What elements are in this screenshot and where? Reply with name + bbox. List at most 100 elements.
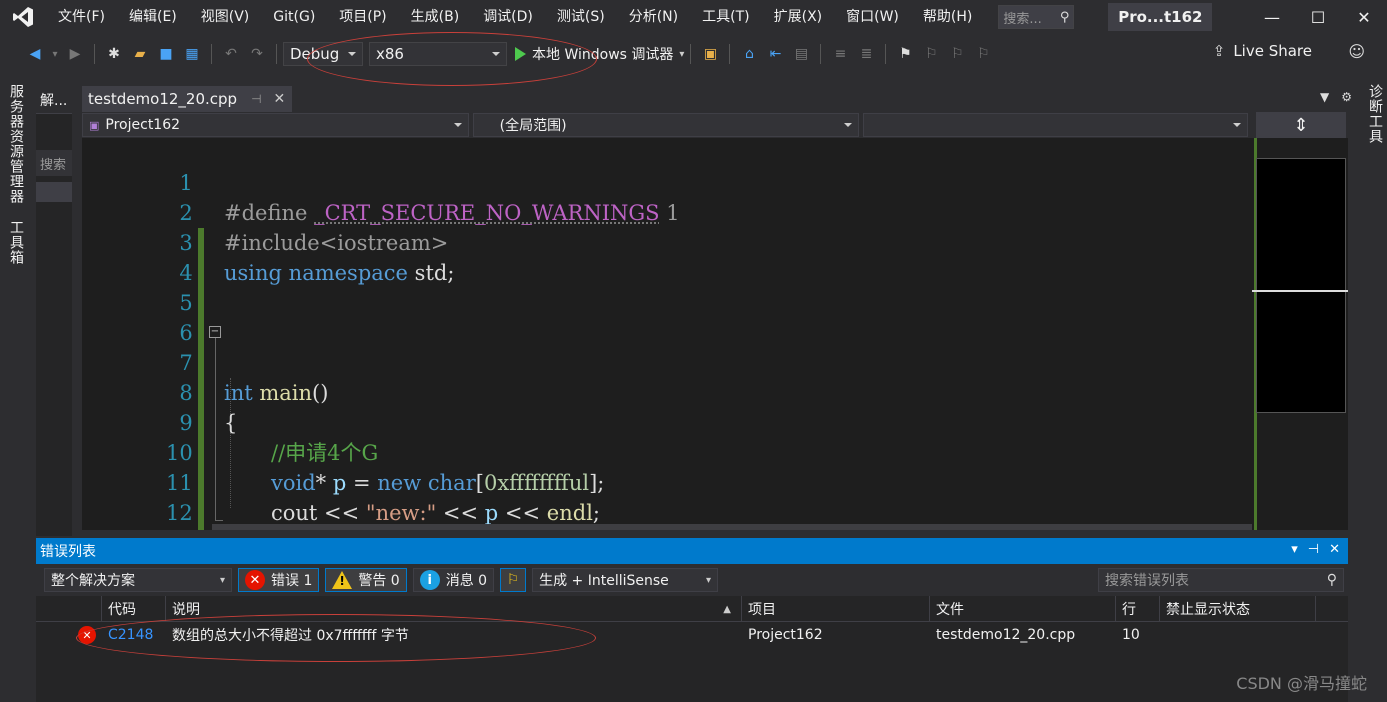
solution-explorer-panel: 解... 搜索: [36, 86, 72, 536]
row-code-link[interactable]: C2148: [102, 622, 166, 648]
column-severity[interactable]: [36, 596, 102, 622]
code-line: 5: [82, 258, 1252, 315]
server-explorer-tab[interactable]: 服务器资源管理器: [6, 84, 26, 204]
menu-extensions[interactable]: 扩展(X): [762, 0, 835, 34]
column-code[interactable]: 代码: [102, 596, 166, 622]
column-project[interactable]: 项目: [742, 596, 930, 622]
errors-filter-button[interactable]: ✕ 错误 1: [238, 568, 320, 592]
chevron-down-icon[interactable]: ▾: [679, 49, 684, 60]
menu-test[interactable]: 测试(S): [545, 0, 617, 34]
forward-icon[interactable]: ▶: [64, 43, 86, 65]
scope-filter-select[interactable]: 整个解决方案 ▾: [44, 568, 232, 592]
settings-gear-icon[interactable]: ⚙: [1341, 90, 1352, 104]
bookmark-icon[interactable]: ⚑: [894, 43, 916, 65]
menu-git[interactable]: Git(G): [261, 0, 327, 34]
warnings-filter-button[interactable]: ! 警告 0: [325, 568, 407, 592]
pin-icon[interactable]: ⊣: [1308, 542, 1319, 557]
configuration-select[interactable]: Debug: [283, 42, 363, 66]
step-icon[interactable]: ⇤: [764, 43, 786, 65]
chevron-down-icon: [453, 123, 462, 127]
solution-search-input[interactable]: 搜索: [36, 150, 72, 176]
browser-link-icon[interactable]: ⌂: [738, 43, 760, 65]
minimap-scrollbar[interactable]: [1252, 138, 1348, 530]
menu-project[interactable]: 项目(P): [327, 0, 398, 34]
project-select[interactable]: ▣ Project162: [82, 113, 469, 137]
row-file: testdemo12_20.cpp: [936, 627, 1076, 643]
platform-select[interactable]: x86: [369, 42, 507, 66]
menu-window[interactable]: 窗口(W): [834, 0, 911, 34]
error-search-input[interactable]: 搜索错误列表 ⚲: [1098, 568, 1344, 592]
uncomment-icon[interactable]: ≣: [855, 43, 877, 65]
live-share-button[interactable]: ⇪ Live Share: [1213, 42, 1312, 60]
minimap-viewport[interactable]: [1256, 158, 1346, 413]
member-select[interactable]: [863, 113, 1248, 137]
configuration-value: Debug: [290, 45, 340, 63]
undo-icon[interactable]: ↶: [220, 43, 242, 65]
build-source-select[interactable]: 生成 + IntelliSense ▾: [532, 568, 719, 592]
column-file-label: 文件: [936, 602, 964, 618]
folder-search-icon[interactable]: ▣: [699, 43, 721, 65]
search-icon[interactable]: ⚲: [1327, 572, 1337, 588]
close-icon[interactable]: ✕: [1329, 542, 1340, 557]
menu-edit[interactable]: 编辑(E): [117, 0, 189, 34]
save-all-icon[interactable]: ▦: [181, 43, 203, 65]
visual-studio-logo-icon[interactable]: [0, 0, 46, 34]
hot-reload-icon[interactable]: ▤: [790, 43, 812, 65]
new-item-icon[interactable]: ✱: [103, 43, 125, 65]
menu-debug[interactable]: 调试(D): [471, 0, 545, 34]
menu-help[interactable]: 帮助(H): [911, 0, 984, 34]
column-suppression-label: 禁止显示状态: [1166, 602, 1250, 618]
filter-icon[interactable]: ⚐: [500, 568, 527, 592]
open-folder-icon[interactable]: ▰: [129, 43, 151, 65]
messages-filter-button[interactable]: i 消息 0: [412, 568, 495, 592]
diagnostics-tools-tab[interactable]: 诊断工具: [1365, 84, 1385, 144]
error-icon: ✕: [245, 570, 265, 590]
column-suppression[interactable]: 禁止显示状态: [1160, 596, 1316, 622]
scope-select[interactable]: (全局范围): [472, 113, 860, 137]
search-input[interactable]: 搜索... ⚲: [998, 5, 1075, 29]
toolbar-separator: [211, 44, 212, 64]
code-editor[interactable]: − 1 #define _CRT_SECURE_NO_WARNINGS 1 2 …: [82, 138, 1252, 530]
toolbox-tab[interactable]: 工具箱: [6, 220, 26, 265]
column-description[interactable]: 说明 ▲: [166, 596, 742, 622]
comment-icon[interactable]: ≡: [829, 43, 851, 65]
table-row[interactable]: ✕ C2148 数组的总大小不得超过 0x7fffffff 字节 Project…: [36, 622, 1348, 648]
back-dropdown-icon[interactable]: ▾: [50, 43, 60, 65]
menu-build[interactable]: 生成(B): [399, 0, 472, 34]
save-icon[interactable]: ■: [155, 43, 177, 65]
panel-menu-icon[interactable]: ▾: [1291, 542, 1298, 557]
panel-controls: ▾ ⊣ ✕: [1291, 542, 1340, 557]
next-bookmark-icon[interactable]: ⚐: [946, 43, 968, 65]
redo-icon[interactable]: ↷: [246, 43, 268, 65]
menu-analyze[interactable]: 分析(N): [617, 0, 690, 34]
tab-list-icon[interactable]: ▼: [1320, 90, 1329, 104]
row-line: 10: [1122, 627, 1140, 643]
feedback-icon[interactable]: ☺: [1348, 42, 1365, 61]
menu-file[interactable]: 文件(F): [46, 0, 117, 34]
minimap-caret-marker: [1252, 290, 1348, 292]
clear-bookmarks-icon[interactable]: ⚐: [972, 43, 994, 65]
column-file[interactable]: 文件: [930, 596, 1116, 622]
prev-bookmark-icon[interactable]: ⚐: [920, 43, 942, 65]
error-icon: ✕: [78, 626, 96, 644]
menu-view[interactable]: 视图(V): [189, 0, 262, 34]
solution-tree-item[interactable]: [36, 182, 72, 202]
tab-strip-controls: ▼ ⚙: [1320, 90, 1352, 104]
horizontal-scrollbar[interactable]: [212, 524, 1252, 530]
maximize-icon[interactable]: ☐: [1295, 0, 1341, 34]
code-line: 10 void* p = new char[0xfffffffful];: [82, 408, 1252, 495]
split-editor-icon[interactable]: ⇕: [1256, 112, 1346, 138]
menu-tools[interactable]: 工具(T): [690, 0, 761, 34]
solution-explorer-tab[interactable]: 解...: [36, 86, 72, 114]
start-debugging-button[interactable]: 本地 Windows 调试器 ▾: [515, 44, 684, 64]
scope-filter-value: 整个解决方案: [51, 573, 135, 589]
close-icon[interactable]: ✕: [1341, 0, 1387, 34]
close-tab-icon[interactable]: ✕: [274, 91, 286, 107]
column-line[interactable]: 行: [1116, 596, 1160, 622]
code-line: 3 using namespace std;: [82, 198, 1252, 285]
tab-testdemo[interactable]: testdemo12_20.cpp ⊣ ✕: [82, 86, 292, 112]
back-icon[interactable]: ◀: [24, 43, 46, 65]
minimize-icon[interactable]: —: [1249, 0, 1295, 34]
toolbar-separator: [885, 44, 887, 64]
pin-icon[interactable]: ⊣: [251, 92, 261, 106]
